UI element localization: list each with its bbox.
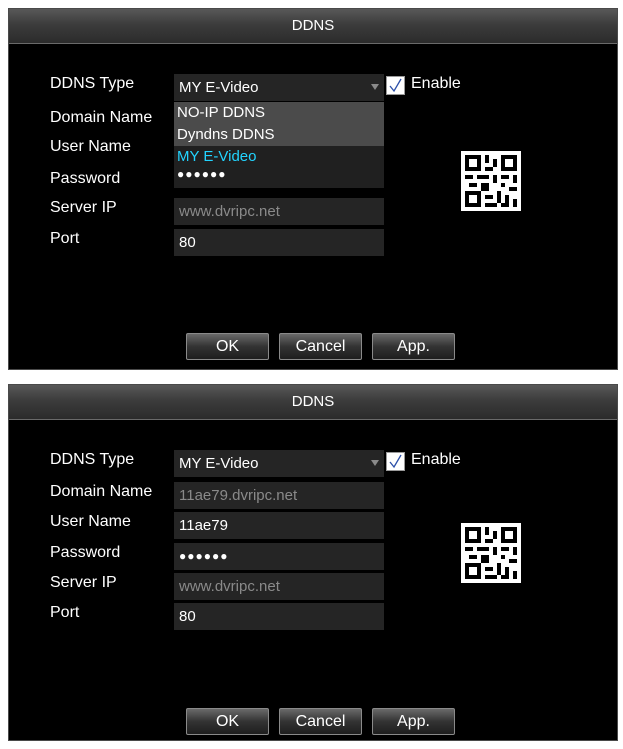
ddns-type-value: MY E-Video: [179, 455, 259, 472]
port-field[interactable]: 80: [174, 229, 384, 256]
ok-button[interactable]: OK: [186, 333, 269, 360]
qr-code-icon: [465, 155, 517, 207]
qr-code-icon: [465, 527, 517, 579]
port-label: Port: [50, 604, 80, 621]
title-bar: DDNS: [9, 9, 617, 44]
server-ip-field: www.dvripc.net: [174, 573, 384, 600]
domain-name-field: 11ae79.dvripc.net: [174, 482, 384, 509]
enable-checkbox[interactable]: [386, 76, 405, 95]
ddns-type-select[interactable]: MY E-Video: [174, 450, 384, 477]
port-label: Port: [50, 230, 80, 247]
chevron-down-icon: [371, 460, 379, 466]
server-ip-field: www.dvripc.net: [174, 198, 384, 225]
server-ip-label: Server IP: [50, 574, 117, 591]
dropdown-option-noip[interactable]: NO-IP DDNS: [174, 102, 384, 124]
ddns-type-label: DDNS Type: [50, 75, 135, 92]
enable-checkbox[interactable]: [386, 452, 405, 471]
port-field[interactable]: 80: [174, 603, 384, 630]
password-label: Password: [50, 544, 121, 561]
ddns-type-value: MY E-Video: [179, 79, 259, 96]
user-name-label: User Name: [50, 513, 131, 530]
apply-button[interactable]: App.: [372, 333, 455, 360]
check-icon: [389, 454, 402, 469]
chevron-down-icon: [371, 84, 379, 90]
server-ip-label: Server IP: [50, 199, 117, 216]
ddns-type-dropdown: NO-IP DDNS Dyndns DDNS MY E-Video ●●●●●●: [174, 102, 384, 188]
domain-name-label: Domain Name: [50, 483, 153, 500]
check-icon: [389, 78, 402, 93]
user-name-field[interactable]: 11ae79: [174, 512, 384, 539]
password-value: ●●●●●●: [177, 167, 227, 181]
enable-label: Enable: [411, 451, 461, 468]
qr-code: [461, 151, 521, 211]
apply-button[interactable]: App.: [372, 708, 455, 735]
dialog-title: DDNS: [291, 393, 335, 410]
ddns-type-select[interactable]: MY E-Video: [174, 74, 384, 101]
password-field[interactable]: ●●●●●●: [174, 543, 384, 570]
ddns-type-label: DDNS Type: [50, 451, 135, 468]
ddns-dialog-2: DDNS DDNS Type MY E-Video Enable Domain …: [8, 384, 618, 741]
ok-button[interactable]: OK: [186, 708, 269, 735]
cancel-button[interactable]: Cancel: [279, 708, 362, 735]
user-name-label: User Name: [50, 138, 131, 155]
enable-label: Enable: [411, 75, 461, 92]
password-label: Password: [50, 170, 121, 187]
title-bar: DDNS: [9, 385, 617, 420]
qr-code: [461, 523, 521, 583]
domain-name-label: Domain Name: [50, 109, 153, 126]
dropdown-option-my-evideo[interactable]: MY E-Video: [174, 146, 384, 168]
dropdown-option-dyndns[interactable]: Dyndns DDNS: [174, 124, 384, 146]
cancel-button[interactable]: Cancel: [279, 333, 362, 360]
ddns-dialog-1: DDNS DDNS Type MY E-Video Enable Domain …: [8, 8, 618, 370]
dialog-title: DDNS: [291, 17, 335, 34]
